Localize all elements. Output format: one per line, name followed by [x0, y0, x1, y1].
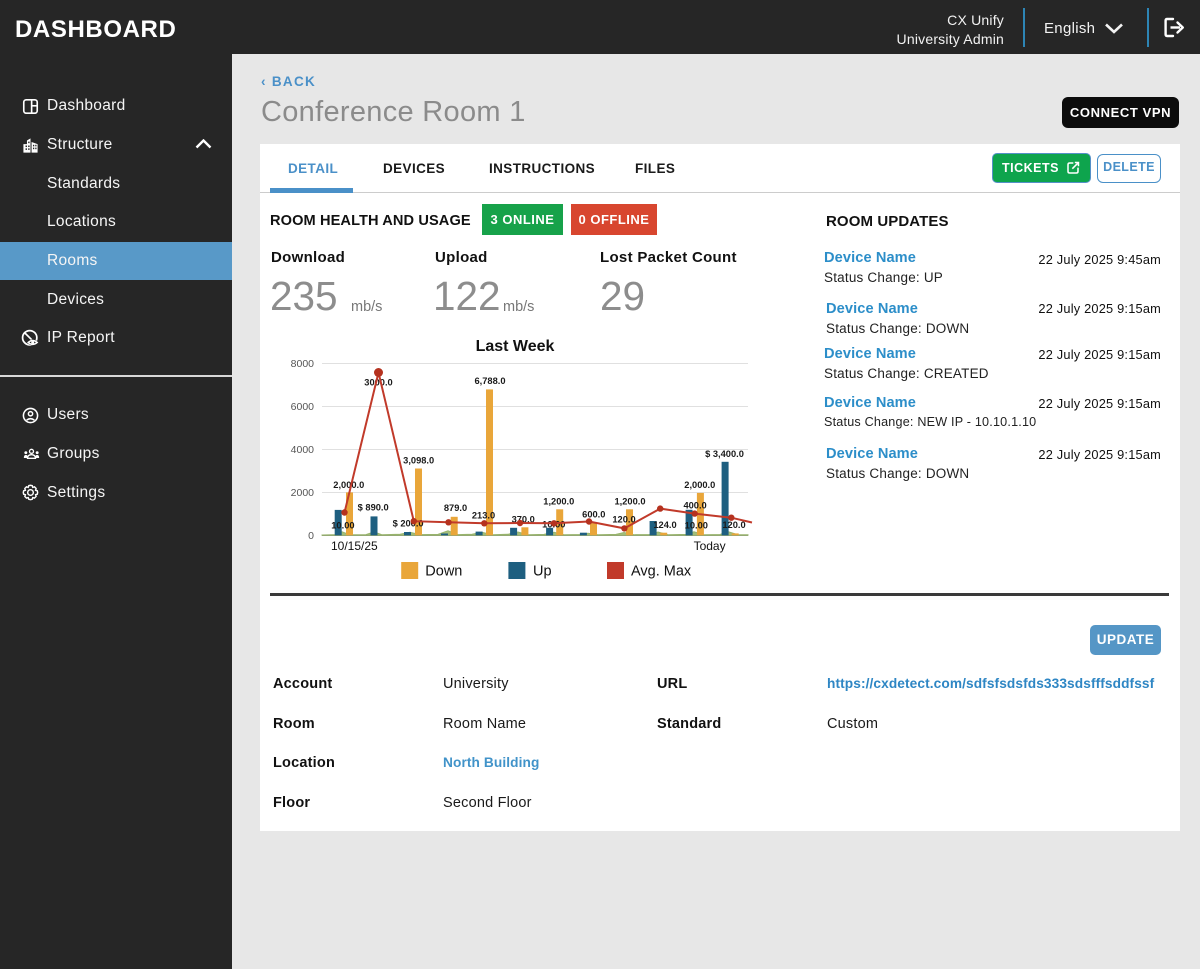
svg-text:$ 890.0: $ 890.0: [358, 503, 389, 513]
svg-text:1,200.0: 1,200.0: [543, 497, 574, 507]
svg-text:124.0: 124.0: [653, 520, 676, 530]
svg-text:Last Week: Last Week: [476, 338, 555, 355]
svg-text:Today: Today: [694, 539, 726, 553]
svg-text:4000: 4000: [291, 444, 315, 456]
svg-text:6,788.0: 6,788.0: [474, 376, 505, 386]
svg-text:3,098.0: 3,098.0: [403, 456, 434, 466]
svg-text:Avg. Max: Avg. Max: [631, 564, 692, 580]
svg-text:Down: Down: [425, 564, 462, 580]
svg-text:2000: 2000: [291, 487, 315, 499]
svg-text:213.0: 213.0: [472, 511, 495, 521]
svg-text:3000.0: 3000.0: [364, 378, 392, 388]
svg-text:600.0: 600.0: [582, 509, 605, 519]
svg-text:2,000.0: 2,000.0: [333, 480, 364, 490]
svg-text:879.0: 879.0: [444, 503, 467, 513]
svg-text:10.00: 10.00: [331, 521, 354, 531]
svg-text:10.00: 10.00: [685, 521, 708, 531]
svg-text:Up: Up: [533, 564, 552, 580]
svg-text:1,200.0: 1,200.0: [614, 497, 645, 507]
svg-text:120.0: 120.0: [722, 520, 745, 530]
svg-text:6000: 6000: [291, 401, 315, 413]
svg-text:10/15/25: 10/15/25: [331, 539, 378, 553]
svg-text:8000: 8000: [291, 358, 315, 370]
svg-text:2,000.0: 2,000.0: [684, 480, 715, 490]
svg-text:$ 3,400.0: $ 3,400.0: [705, 449, 744, 459]
svg-text:400.0: 400.0: [683, 500, 706, 510]
svg-text:$ 200.0: $ 200.0: [393, 518, 424, 528]
svg-text:0: 0: [308, 530, 314, 542]
